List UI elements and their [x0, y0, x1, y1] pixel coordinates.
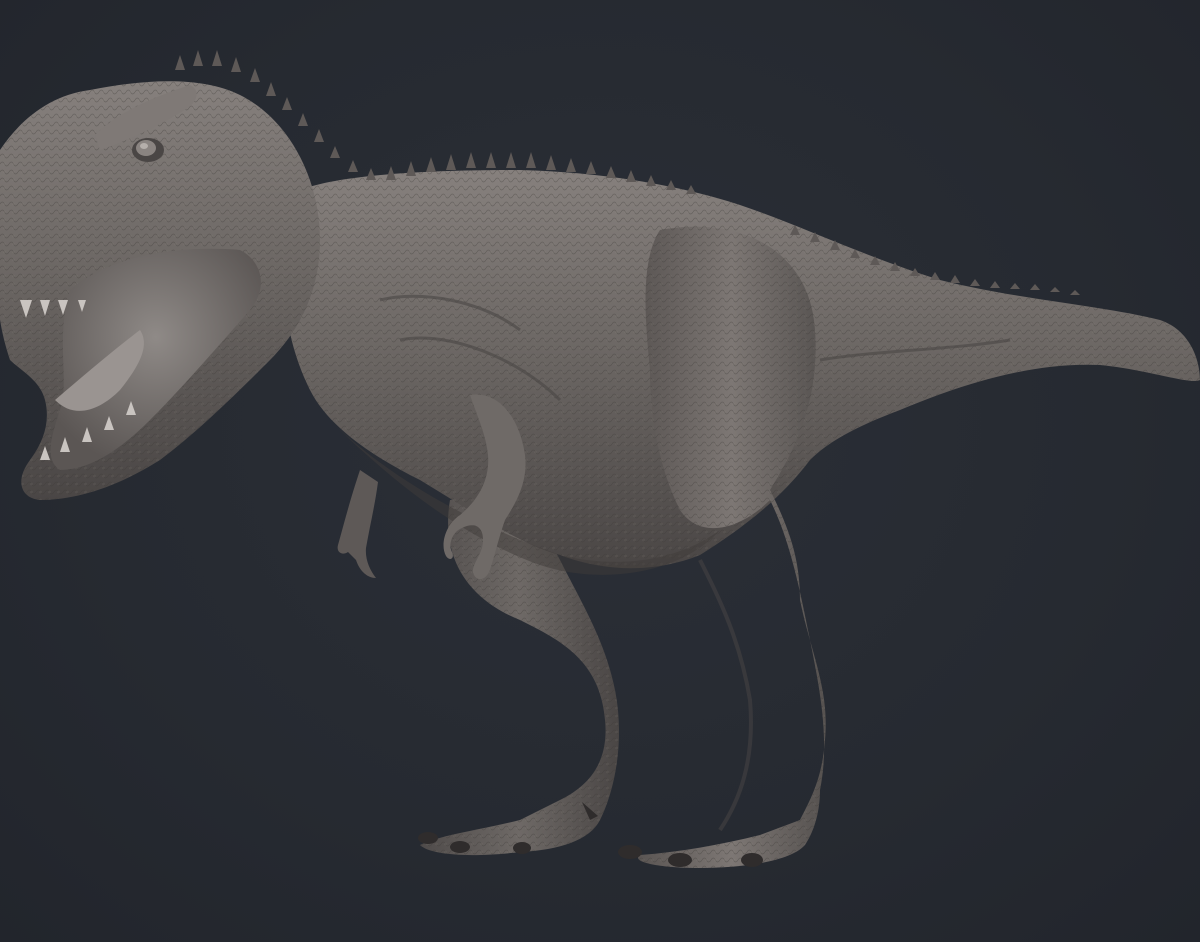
eye: [132, 138, 164, 162]
trex-sculpt: [0, 50, 1200, 869]
far-arm: [337, 470, 378, 578]
sculpt-viewport: [0, 0, 1200, 942]
